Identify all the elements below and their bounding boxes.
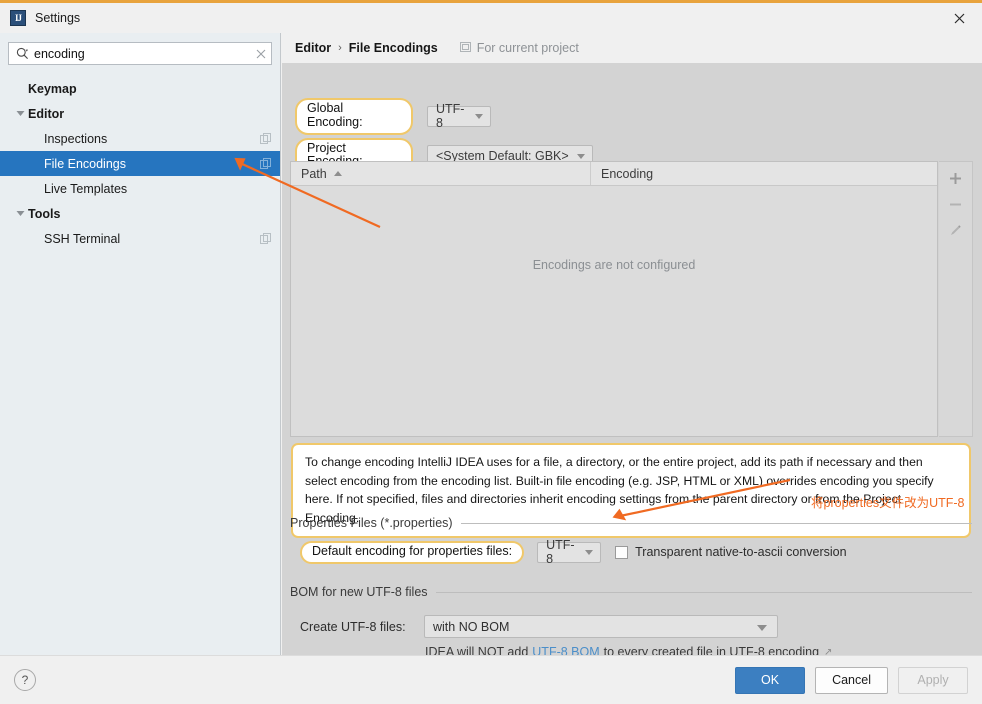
table-empty-message: Encodings are not configured <box>532 258 696 272</box>
breadcrumb-parent[interactable]: Editor <box>295 41 331 55</box>
sort-ascending-icon <box>333 171 342 176</box>
global-encoding-dropdown[interactable]: UTF-8 <box>427 102 491 130</box>
bom-hint-suffix: to every created file in UTF-8 encoding <box>603 645 820 655</box>
table-header-row: Path Encoding <box>291 162 937 186</box>
sidebar-item-label: Keymap <box>28 81 77 96</box>
chevron-down-icon <box>757 624 767 631</box>
file-encodings-panel: Global Encoding: UTF-8 Project Encoding:… <box>282 63 982 655</box>
sidebar-item-file-encodings[interactable]: File Encodings <box>0 151 280 176</box>
settings-content: Editor › File Encodings For current proj… <box>282 33 982 655</box>
column-header-label: Path <box>301 166 327 181</box>
edit-row-button[interactable] <box>942 217 970 243</box>
sidebar-item-ssh-terminal[interactable]: SSH Terminal <box>0 226 280 251</box>
chevron-down-icon <box>577 153 585 159</box>
column-header-encoding[interactable]: Encoding <box>591 162 653 185</box>
scope-label: For current project <box>476 41 579 55</box>
help-button[interactable]: ? <box>14 669 36 691</box>
bom-section-title: BOM for new UTF-8 files <box>290 585 428 599</box>
bom-create-label: Create UTF-8 files: <box>300 619 406 634</box>
section-divider <box>460 522 972 524</box>
title-bar: IJ Settings <box>0 3 982 33</box>
bom-create-value: with NO BOM <box>433 619 510 634</box>
sidebar-item-label: Editor <box>28 106 65 121</box>
sidebar-item-label: File Encodings <box>44 156 126 171</box>
chevron-down-icon <box>585 550 594 556</box>
intellij-idea-icon: IJ <box>10 10 26 26</box>
remove-row-button[interactable] <box>942 191 970 217</box>
settings-tree: Keymap Editor Inspections File Encodings… <box>0 76 280 251</box>
table-toolbar <box>939 161 973 437</box>
search-icon <box>15 47 29 61</box>
sidebar-item-tools[interactable]: Tools <box>0 201 280 226</box>
checkbox-label: Transparent native-to-ascii conversion <box>635 545 847 560</box>
external-link-icon: ↗ <box>824 646 833 656</box>
breadcrumb-separator: › <box>338 42 342 54</box>
add-row-button[interactable] <box>942 165 970 191</box>
copy-settings-icon[interactable] <box>260 157 272 170</box>
footer-buttons: OK Cancel Apply <box>735 666 968 694</box>
search-input[interactable] <box>34 46 251 61</box>
properties-encoding-label: Default encoding for properties files: <box>300 541 525 564</box>
sidebar-item-label: Inspections <box>44 131 108 146</box>
encodings-table[interactable]: Path Encoding Encodings are not configur… <box>290 161 938 437</box>
copy-settings-icon[interactable] <box>260 132 272 145</box>
sidebar-item-label: Tools <box>28 206 61 221</box>
sidebar-item-inspections[interactable]: Inspections <box>0 126 280 151</box>
global-encoding-value: UTF-8 <box>436 102 465 131</box>
window-title: Settings <box>35 11 81 25</box>
column-header-label: Encoding <box>601 166 654 181</box>
bom-hint: IDEA will NOT add UTF-8 BOM to every cre… <box>425 645 832 655</box>
sidebar-item-editor[interactable]: Editor <box>0 101 280 126</box>
close-icon[interactable] <box>936 3 982 33</box>
search-field[interactable] <box>8 42 272 65</box>
copy-settings-icon[interactable] <box>260 232 272 245</box>
transparent-native-to-ascii-checkbox[interactable]: Transparent native-to-ascii conversion <box>615 545 847 560</box>
chevron-down-icon[interactable] <box>12 210 28 217</box>
breadcrumb: Editor › File Encodings For current proj… <box>282 33 982 63</box>
project-scope-icon <box>459 41 472 56</box>
sidebar-item-live-templates[interactable]: Live Templates <box>0 176 280 201</box>
sidebar-item-keymap[interactable]: Keymap <box>0 76 280 101</box>
sidebar-item-label: Live Templates <box>44 181 128 196</box>
properties-section-header: Properties Files (*.properties) <box>290 516 972 530</box>
annotation-chinese-note: 将properties文件改为UTF-8 <box>811 496 965 510</box>
column-header-path[interactable]: Path <box>291 162 591 185</box>
settings-window: IJ Settings encoding Keymap Editor Inspe… <box>0 0 982 704</box>
settings-sidebar: Keymap Editor Inspections <box>0 33 281 655</box>
bom-hint-prefix: IDEA will NOT add <box>425 645 529 655</box>
clear-icon[interactable] <box>251 44 271 64</box>
apply-button[interactable]: Apply <box>898 666 968 694</box>
scope-note: For current project <box>459 41 579 56</box>
sidebar-item-label: SSH Terminal <box>44 231 121 246</box>
properties-encoding-value: UTF-8 <box>546 538 575 567</box>
chevron-down-icon <box>475 114 483 120</box>
global-encoding-label: Global Encoding: <box>295 98 413 135</box>
ok-button[interactable]: OK <box>735 666 806 694</box>
bom-section-header: BOM for new UTF-8 files <box>290 585 972 599</box>
bom-create-row: Create UTF-8 files: with NO BOM <box>300 615 778 638</box>
global-encoding-label-cell: Global Encoding: <box>295 98 413 135</box>
chevron-down-icon[interactable] <box>12 110 28 117</box>
properties-encoding-row: Default encoding for properties files: U… <box>300 538 847 566</box>
properties-section-title: Properties Files (*.properties) <box>290 516 453 530</box>
global-encoding-row: Global Encoding: UTF-8 <box>295 98 593 135</box>
properties-encoding-dropdown[interactable]: UTF-8 <box>537 538 602 566</box>
dialog-footer: ? OK Cancel Apply <box>0 655 982 704</box>
page-title: File Encodings <box>348 41 438 55</box>
checkbox-box[interactable] <box>615 545 629 559</box>
section-divider <box>435 591 972 593</box>
cancel-button[interactable]: Cancel <box>815 666 888 694</box>
bom-hint-link[interactable]: UTF-8 BOM <box>532 645 599 655</box>
bom-create-dropdown[interactable]: with NO BOM <box>424 615 778 638</box>
